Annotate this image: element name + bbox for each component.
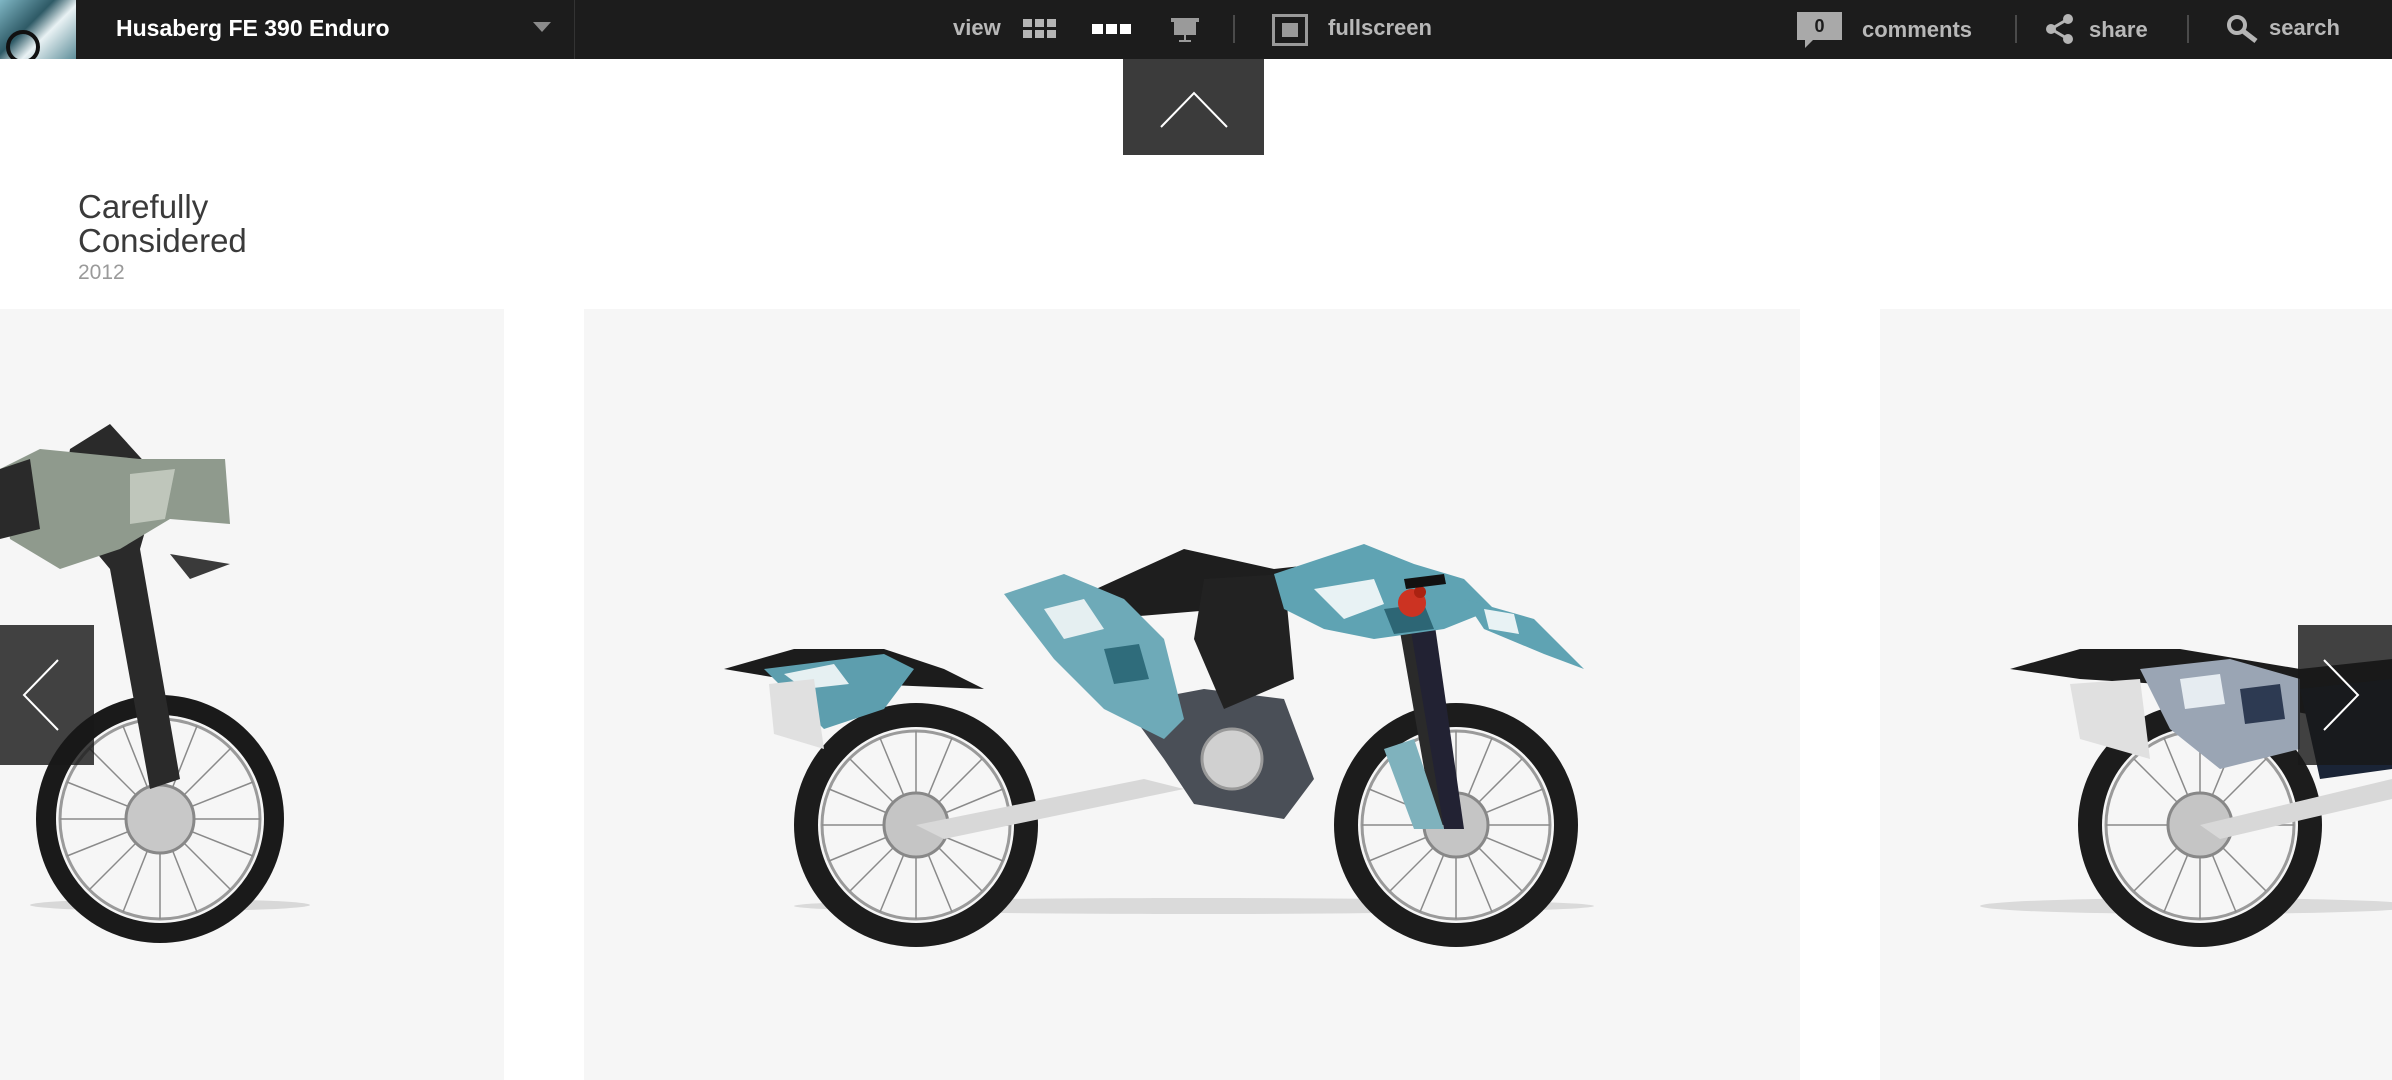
chevron-left-icon [22,659,59,731]
divider [2187,15,2189,43]
project-title[interactable]: Husaberg FE 390 Enduro [116,0,390,59]
chevron-down-icon[interactable] [533,22,551,32]
row-view-icon[interactable] [1092,24,1132,34]
project-year: 2012 [78,261,125,284]
search-button[interactable]: search [2269,0,2340,59]
share-button[interactable]: share [2089,2,2148,61]
comments-count: 0 [1814,16,1825,36]
divider [2015,15,2017,43]
next-slide-button[interactable] [2298,625,2392,765]
project-name-line1: Carefully [78,188,209,225]
search-icon[interactable] [2226,15,2260,43]
project-name-line2: Considered [78,222,247,259]
view-label: view [953,15,1001,40]
chevron-up-icon [1160,91,1228,128]
motorcycle-image-current[interactable] [584,309,1800,1080]
presentation-view-icon[interactable] [1170,16,1200,44]
collapse-panel-button[interactable] [1123,59,1264,155]
grid-view-icon[interactable] [1023,19,1057,39]
fullscreen-button[interactable]: fullscreen [1328,0,1432,59]
project-thumbnail[interactable] [0,0,76,59]
previous-slide-button[interactable] [0,625,94,765]
chevron-right-icon [2323,659,2360,731]
project-heading: Carefully Considered 2012 [78,190,478,288]
comment-bubble-icon[interactable]: 0 [1797,12,1842,48]
divider [1233,15,1235,43]
share-icon[interactable] [2045,13,2075,45]
comments-button[interactable]: comments [1862,2,1972,61]
divider [574,0,575,59]
fullscreen-icon[interactable] [1272,14,1308,46]
top-navigation-bar: Husaberg FE 390 Enduro view fullscreen 0… [0,0,2392,59]
